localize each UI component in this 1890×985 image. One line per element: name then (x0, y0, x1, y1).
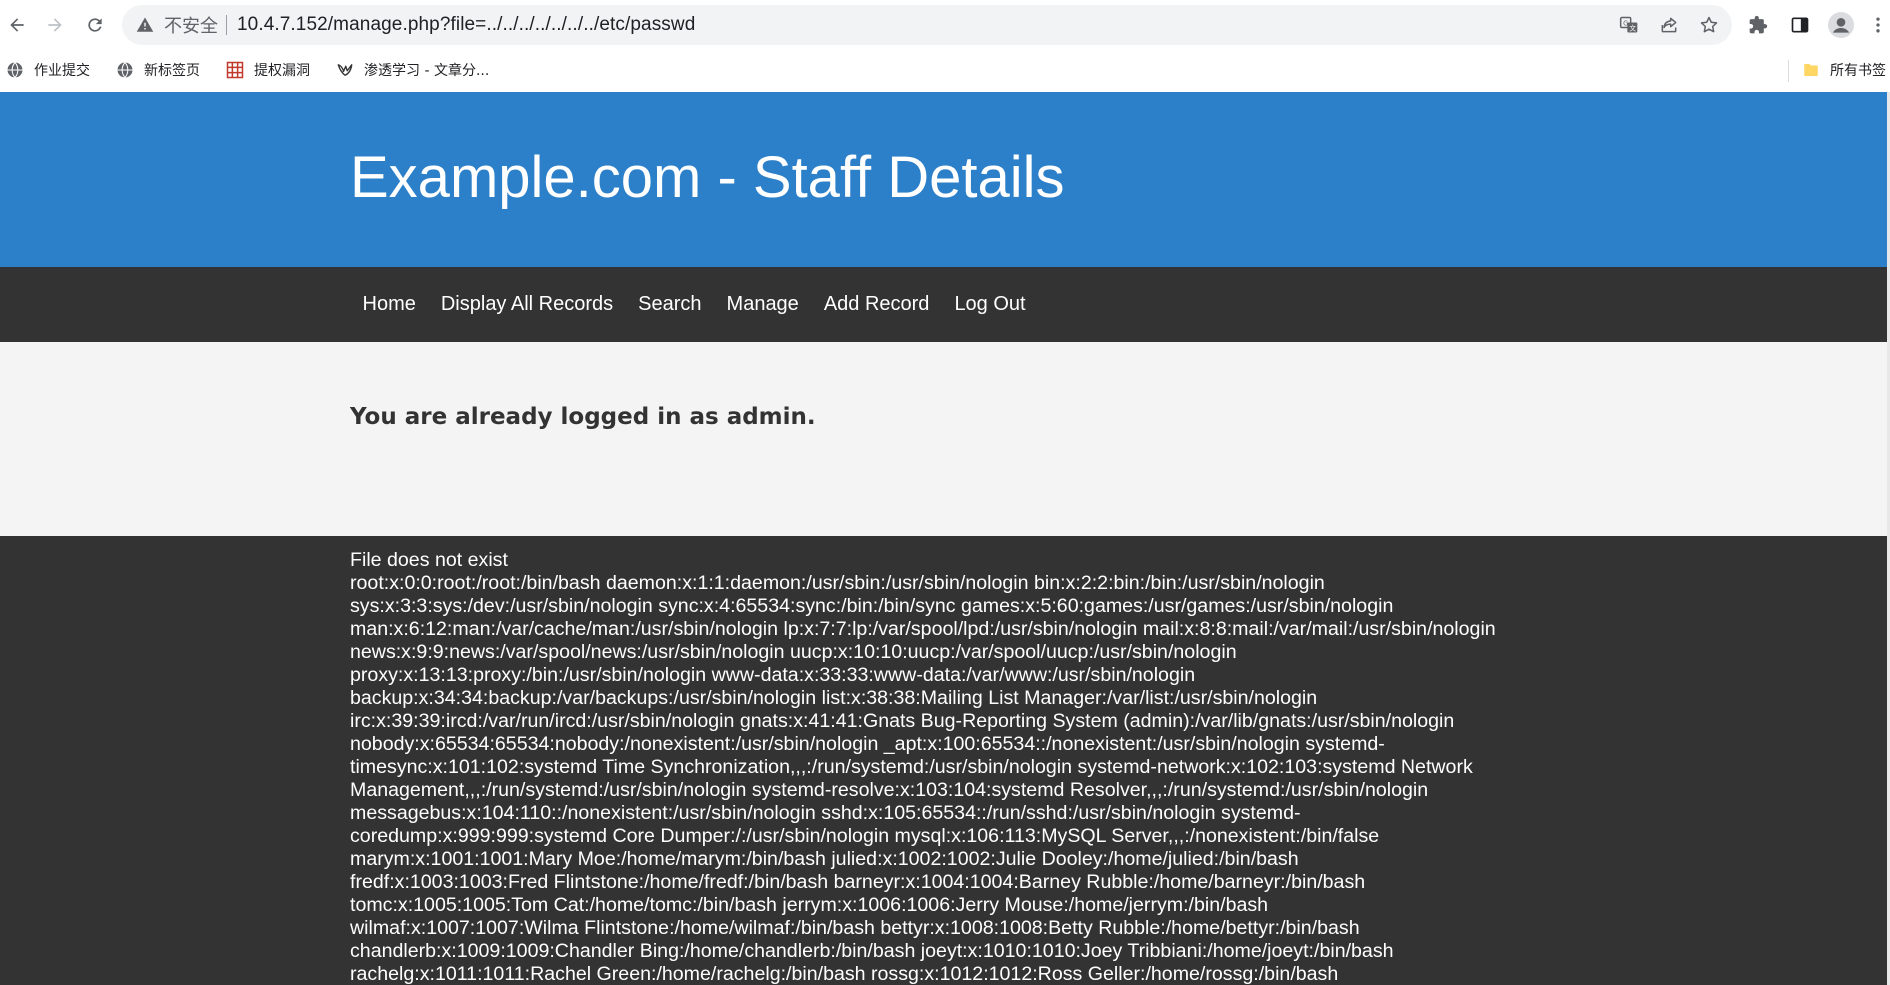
output-line: coredump:x:999:999:systemd Core Dumper:/… (350, 825, 1380, 847)
nav-display-all-records-link[interactable]: Display All Records (428, 293, 625, 316)
nav-home-link[interactable]: Home (350, 293, 428, 316)
main-content: You are already logged in as admin. (0, 342, 1890, 536)
bird-logo-icon (336, 61, 354, 79)
output-line: Management,,,:/run/systemd:/usr/sbin/nol… (350, 779, 1429, 801)
bookmarks-bar: 作业提交 新标签页 提权漏洞 渗透学习 - 文章分... 所有书签 (0, 50, 1890, 90)
folder-icon (1802, 61, 1820, 79)
file-output-area: File does not exist root:x:0:0:root:/roo… (0, 536, 1890, 985)
bookmark-item[interactable]: 新标签页 (116, 58, 200, 82)
bookmark-item[interactable]: 渗透学习 - 文章分... (336, 58, 489, 82)
avatar-icon (1828, 12, 1854, 38)
globe-icon (6, 61, 24, 79)
site-header: Example.com - Staff Details (0, 92, 1890, 267)
bookmark-label: 提权漏洞 (254, 63, 310, 79)
reload-icon (88, 18, 102, 32)
extensions-button[interactable] (1748, 10, 1768, 40)
output-line: backup:x:34:34:backup:/var/backups:/usr/… (350, 687, 1318, 709)
bookmark-star-button[interactable] (1696, 12, 1722, 38)
bookmark-item[interactable]: 提权漏洞 (226, 58, 310, 82)
back-button[interactable] (4, 12, 30, 38)
menu-button[interactable] (1868, 10, 1888, 40)
output-line: news:x:9:9:news:/var/spool/news:/usr/sbi… (350, 641, 1237, 663)
output-line: tomc:x:1005:1005:Tom Cat:/home/tomc:/bin… (350, 894, 1269, 916)
browser-toolbar: 不安全 10.4.7.152/manage.php?file=../../../… (0, 0, 1890, 50)
all-bookmarks-button[interactable]: 所有书签 (1802, 58, 1886, 82)
nav-manage-link[interactable]: Manage (714, 293, 811, 316)
output-line: sys:x:3:3:sys:/dev:/usr/sbin/nologin syn… (350, 595, 1394, 617)
arrow-left-icon (10, 18, 24, 32)
forward-button[interactable] (42, 12, 68, 38)
grid-logo-icon (226, 61, 244, 79)
kebab-menu-icon (1876, 17, 1880, 33)
output-line: irc:x:39:39:ircd:/var/run/ircd:/usr/sbin… (350, 710, 1455, 732)
all-bookmarks-label: 所有书签 (1830, 63, 1886, 79)
file-output-text: File does not exist root:x:0:0:root:/roo… (350, 549, 1580, 985)
address-bar[interactable]: 不安全 10.4.7.152/manage.php?file=../../../… (122, 5, 1732, 45)
not-secure-label[interactable]: 不安全 (164, 12, 218, 38)
output-line: root:x:0:0:root:/root:/bin/bash daemon:x… (350, 572, 1325, 594)
share-button[interactable] (1656, 12, 1682, 38)
bookmark-label: 新标签页 (144, 63, 200, 79)
side-panel-button[interactable] (1790, 10, 1810, 40)
url-text[interactable]: 10.4.7.152/manage.php?file=../../../../.… (237, 14, 695, 36)
output-line: man:x:6:12:man:/var/cache/man:/usr/sbin/… (350, 618, 1496, 640)
nav-add-record-link[interactable]: Add Record (811, 293, 942, 316)
output-line: chandlerb:x:1009:1009:Chandler Bing:/hom… (350, 940, 1394, 962)
translate-button[interactable]: G文 (1616, 12, 1642, 38)
output-line: marym:x:1001:1001:Mary Moe:/home/marym:/… (350, 848, 1299, 870)
globe-icon (116, 61, 134, 79)
bookmark-label: 渗透学习 - 文章分... (364, 63, 490, 79)
output-line: fredf:x:1003:1003:Fred Flintstone:/home/… (350, 871, 1366, 893)
bookmark-label: 作业提交 (34, 63, 90, 79)
bookmark-item[interactable]: 作业提交 (6, 58, 90, 82)
output-line: proxy:x:13:13:proxy:/bin:/usr/sbin/nolog… (350, 664, 1196, 686)
side-panel-icon (1791, 17, 1809, 33)
translate-icon: G文 (1619, 16, 1638, 33)
reload-button[interactable] (82, 12, 108, 38)
omnibox-separator (226, 15, 227, 35)
output-line: nobody:x:65534:65534:nobody:/nonexistent… (350, 733, 1385, 755)
nav-log-out-link[interactable]: Log Out (942, 293, 1038, 316)
warning-icon (136, 16, 154, 34)
output-line: timesync:x:101:102:systemd Time Synchron… (350, 756, 1473, 778)
nav-list: Home Display All Records Search Manage A… (350, 267, 1038, 342)
bookmarks-divider (1788, 60, 1789, 82)
puzzle-icon (1749, 15, 1768, 34)
nav-search-link[interactable]: Search (626, 293, 714, 316)
arrow-right-icon (48, 18, 62, 32)
star-icon (1700, 16, 1718, 33)
share-icon (1661, 17, 1677, 33)
output-line: wilmaf:x:1007:1007:Wilma Flintstone:/hom… (350, 917, 1360, 939)
output-line: rachelg:x:1011:1011:Rachel Green:/home/r… (350, 963, 1339, 985)
profile-button[interactable] (1828, 10, 1854, 40)
site-title: Example.com - Staff Details (350, 145, 1065, 210)
logged-in-message: You are already logged in as admin. (350, 404, 816, 430)
site-nav: Home Display All Records Search Manage A… (0, 267, 1890, 342)
output-line: messagebus:x:104:110::/nonexistent:/usr/… (350, 802, 1301, 824)
output-line: File does not exist (350, 549, 508, 571)
svg-text:文: 文 (1629, 23, 1636, 32)
